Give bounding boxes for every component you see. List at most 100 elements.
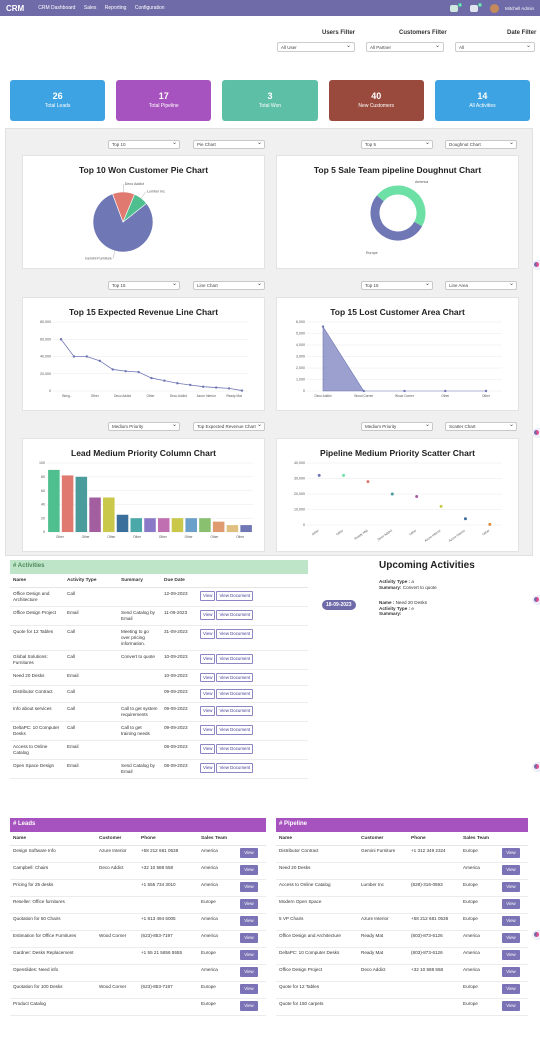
view-button[interactable]: View xyxy=(502,984,520,994)
side-widget-icon[interactable] xyxy=(532,260,540,270)
view-button[interactable]: View xyxy=(200,706,216,716)
scatter-point[interactable] xyxy=(439,504,443,508)
view-button[interactable]: View xyxy=(240,950,258,960)
view-button[interactable]: View xyxy=(200,591,216,601)
view-document-button[interactable]: View Document xyxy=(216,725,254,735)
column-bar[interactable] xyxy=(212,521,225,532)
view-button[interactable]: View xyxy=(502,865,520,875)
column-bar[interactable] xyxy=(240,525,252,532)
area-point[interactable] xyxy=(403,389,406,393)
column-bar[interactable] xyxy=(89,497,101,533)
scatter-point[interactable] xyxy=(463,517,467,521)
nav-reporting[interactable]: Reporting xyxy=(105,5,127,11)
area-point[interactable] xyxy=(321,325,325,328)
line-point[interactable] xyxy=(124,369,127,373)
column-bar[interactable] xyxy=(61,475,74,532)
view-document-button[interactable]: View Document xyxy=(216,591,254,601)
view-button[interactable]: View xyxy=(200,672,216,683)
view-button[interactable]: View xyxy=(240,967,258,977)
users-filter-select[interactable]: All User xyxy=(277,42,355,52)
view-button[interactable]: View xyxy=(240,1001,258,1011)
column-bar[interactable] xyxy=(116,514,129,532)
scatter-type-select[interactable]: Scatter Chart xyxy=(445,422,517,431)
view-button[interactable]: View xyxy=(502,950,520,960)
column-type-select[interactable]: Top Expected Revenue Chart xyxy=(193,422,265,431)
scatter-point[interactable] xyxy=(415,494,419,498)
view-button[interactable]: View xyxy=(502,848,520,858)
column-bar[interactable] xyxy=(185,518,197,532)
view-document-button[interactable]: View Document xyxy=(216,706,254,716)
scatter-priority-select[interactable]: Medium Priority xyxy=(361,422,433,431)
column-bar[interactable] xyxy=(157,518,170,532)
chat-icon[interactable]: 4 xyxy=(449,2,462,12)
view-button[interactable]: View xyxy=(240,916,258,926)
column-bar[interactable] xyxy=(103,497,115,533)
line-point[interactable] xyxy=(240,389,244,392)
column-bar[interactable] xyxy=(199,518,211,532)
pie-type-select[interactable]: Pie Chart xyxy=(193,140,265,149)
scatter-point[interactable] xyxy=(342,473,346,477)
view-button[interactable]: View xyxy=(200,725,216,735)
view-button[interactable]: View xyxy=(502,899,520,909)
scatter-point[interactable] xyxy=(488,522,492,526)
view-button[interactable]: View xyxy=(240,933,258,943)
date-filter-select[interactable]: All xyxy=(455,42,535,52)
line-point[interactable] xyxy=(111,368,114,371)
view-button[interactable]: View xyxy=(200,762,216,773)
user-name[interactable]: Mitchell Admin xyxy=(505,6,534,11)
line-point[interactable] xyxy=(176,382,179,385)
view-button[interactable]: View xyxy=(240,848,258,858)
card-total-won[interactable]: 3 Total Won xyxy=(222,80,318,121)
column-bar[interactable] xyxy=(144,518,156,532)
view-button[interactable]: View xyxy=(240,865,258,875)
card-total-leads[interactable]: 26 Total Leads xyxy=(10,80,106,121)
area-point[interactable] xyxy=(484,389,488,393)
line-limit-select[interactable]: Top 15 xyxy=(108,281,180,290)
area-limit-select[interactable]: Top 15 xyxy=(361,281,433,290)
line-point[interactable] xyxy=(189,383,192,387)
doughnut-segment[interactable] xyxy=(370,195,423,241)
view-document-button[interactable]: View Document xyxy=(216,609,254,620)
doughnut-limit-select[interactable]: Top 5 xyxy=(361,140,433,149)
card-all-activities[interactable]: 14 All Activities xyxy=(434,80,531,121)
area-type-select[interactable]: Line Area xyxy=(445,281,517,290)
column-bar[interactable] xyxy=(171,518,184,532)
scatter-point[interactable] xyxy=(317,473,321,477)
view-button[interactable]: View xyxy=(502,882,520,892)
view-document-button[interactable]: View Document xyxy=(216,689,254,700)
view-button[interactable]: View xyxy=(200,653,216,664)
activity-clock-icon[interactable]: 6 xyxy=(469,2,482,12)
line-point[interactable] xyxy=(214,386,218,389)
line-point[interactable] xyxy=(150,376,153,380)
card-total-pipeline[interactable]: 17 Total Pipeline xyxy=(116,80,212,121)
view-document-button[interactable]: View Document xyxy=(216,628,254,639)
doughnut-segment[interactable] xyxy=(376,185,426,227)
line-point[interactable] xyxy=(85,355,89,358)
card-new-customers[interactable]: 40 New Customers xyxy=(328,80,424,121)
view-button[interactable]: View xyxy=(502,967,520,977)
view-button[interactable]: View xyxy=(240,899,258,909)
view-button[interactable]: View xyxy=(200,744,216,754)
view-button[interactable]: View xyxy=(502,933,520,943)
view-button[interactable]: View xyxy=(200,689,216,700)
nav-crm-dashboard[interactable]: CRM Dashboard xyxy=(38,5,75,11)
view-button[interactable]: View xyxy=(200,609,216,620)
column-bar[interactable] xyxy=(226,525,239,532)
column-bar[interactable] xyxy=(130,518,143,532)
line-point[interactable] xyxy=(202,385,205,388)
line-point[interactable] xyxy=(59,338,63,341)
column-priority-select[interactable]: Medium Priority xyxy=(108,422,180,431)
scatter-point[interactable] xyxy=(366,480,370,484)
column-bar[interactable] xyxy=(75,476,88,532)
area-point[interactable] xyxy=(362,389,365,393)
line-point[interactable] xyxy=(72,355,76,358)
view-button[interactable]: View xyxy=(502,1001,520,1011)
column-bar[interactable] xyxy=(48,469,60,532)
scatter-point[interactable] xyxy=(390,492,394,496)
line-point[interactable] xyxy=(163,379,166,382)
line-point[interactable] xyxy=(137,370,140,374)
area-point[interactable] xyxy=(444,389,447,393)
doughnut-type-select[interactable]: Doughnut Chart xyxy=(445,140,517,149)
view-document-button[interactable]: View Document xyxy=(216,672,254,683)
side-widget-icon[interactable] xyxy=(532,762,540,772)
